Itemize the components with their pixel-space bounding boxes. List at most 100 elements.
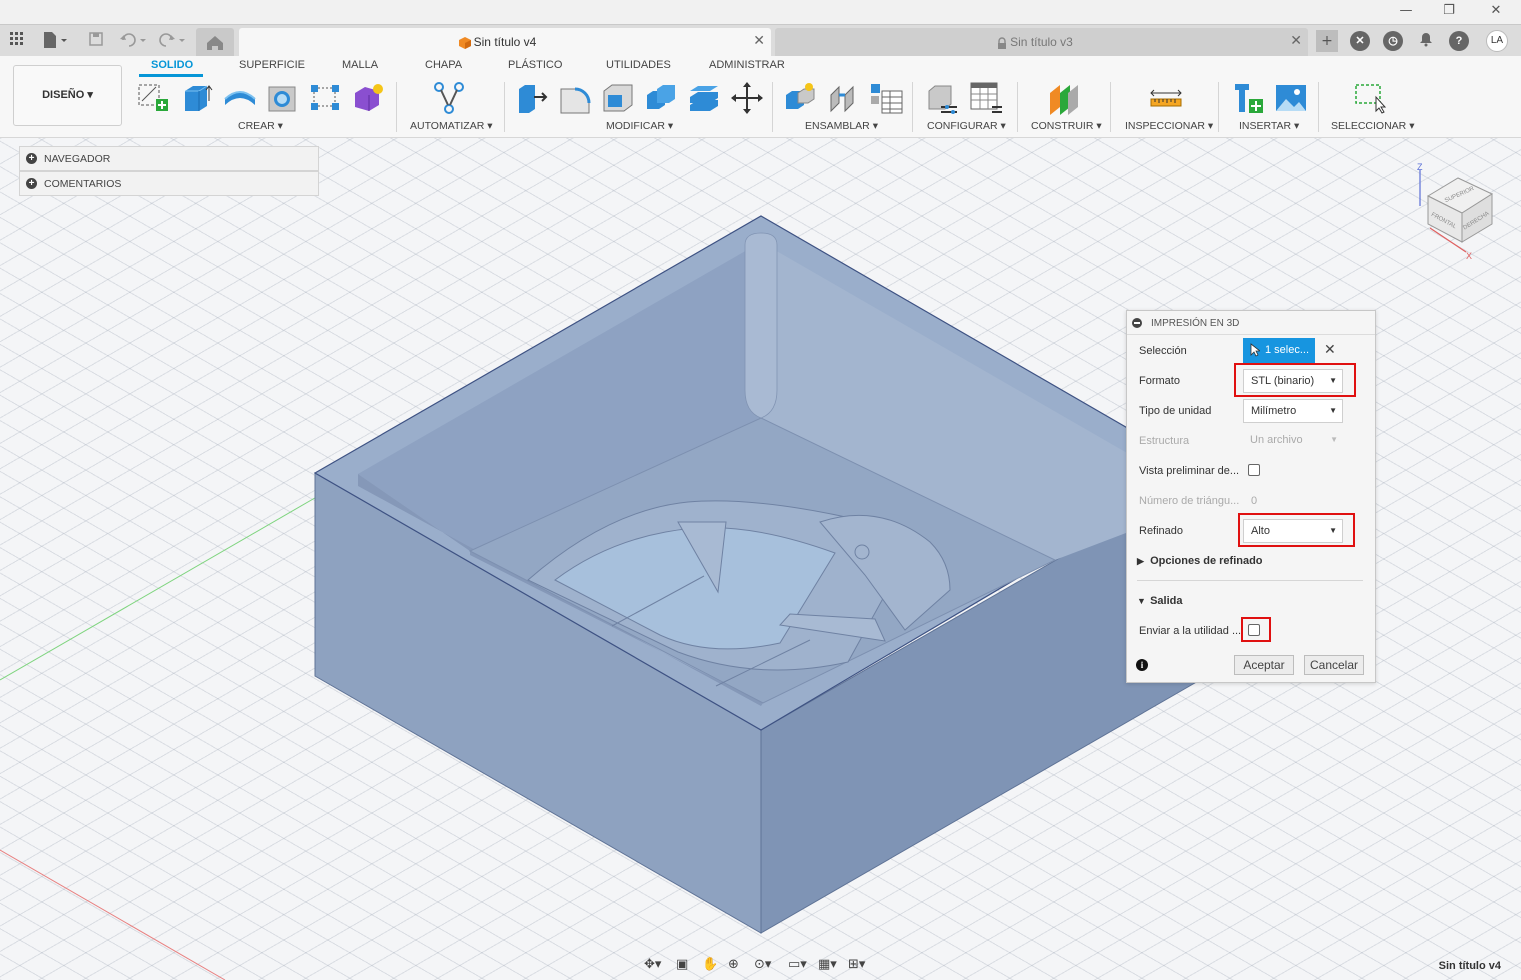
group-automatizar[interactable]: AUTOMATIZAR ▾: [410, 120, 492, 132]
group-label: CREAR: [238, 120, 275, 132]
move-copy-icon[interactable]: [729, 81, 765, 115]
close-tab-icon[interactable]: ✕: [1290, 33, 1302, 49]
parameters-icon[interactable]: [925, 81, 961, 115]
new-tab-plus-icon[interactable]: +: [1316, 30, 1338, 52]
tab-chapa[interactable]: CHAPA: [425, 59, 462, 71]
extensions-icon[interactable]: ✕: [1350, 31, 1370, 51]
dialog-header[interactable]: IMPRESIÓN EN 3D: [1127, 311, 1375, 335]
output-section[interactable]: ▼ Salida: [1137, 595, 1182, 607]
group-label: SELECCIONAR: [1331, 120, 1407, 132]
insert-mcmaster-icon[interactable]: [1231, 81, 1267, 115]
tab-plastico[interactable]: PLÁSTICO: [508, 59, 562, 71]
tab-utilidades[interactable]: UTILIDADES: [606, 59, 671, 71]
tab-sin-titulo-v3[interactable]: Sin título v3 ✕: [775, 28, 1308, 57]
help-icon[interactable]: ?: [1449, 31, 1469, 51]
group-label: INSERTAR: [1239, 120, 1292, 132]
expand-plus-icon[interactable]: +: [26, 178, 37, 189]
extrude-icon[interactable]: [179, 81, 215, 115]
red-axis-line: [0, 849, 226, 980]
close-window-button[interactable]: ✕: [1481, 2, 1511, 20]
revolve-icon[interactable]: [222, 81, 258, 115]
tab-sin-titulo-v4[interactable]: Sin título v4 ✕: [239, 28, 771, 57]
selection-button[interactable]: 1 selec...: [1243, 338, 1315, 363]
look-at-icon[interactable]: ▣: [676, 955, 702, 975]
home-tab[interactable]: [196, 28, 234, 57]
apps-grid-icon[interactable]: [7, 31, 27, 51]
collapse-dialog-icon[interactable]: [1132, 318, 1142, 328]
tab-malla[interactable]: MALLA: [342, 59, 378, 71]
split-body-icon[interactable]: [686, 81, 722, 115]
orbit-icon[interactable]: ✥▾: [644, 955, 670, 975]
press-pull-icon[interactable]: [514, 81, 550, 115]
preview-checkbox[interactable]: [1248, 464, 1260, 476]
combine-icon[interactable]: [643, 81, 679, 115]
user-avatar[interactable]: LA: [1486, 30, 1508, 52]
canvas-image-icon[interactable]: [1273, 81, 1309, 115]
job-status-clock-icon[interactable]: ◷: [1383, 31, 1403, 51]
triangles-value: 0: [1251, 495, 1258, 507]
pan-hand-icon[interactable]: ✋: [702, 955, 728, 975]
tab-administrar[interactable]: ADMINISTRAR: [709, 59, 785, 71]
format-label: Formato: [1139, 375, 1180, 387]
clear-selection-icon[interactable]: ✕: [1324, 342, 1336, 358]
browser-panel-navegador[interactable]: + NAVEGADOR: [19, 146, 319, 171]
group-construir[interactable]: CONSTRUIR ▾: [1031, 120, 1102, 132]
measure-icon[interactable]: [1148, 81, 1184, 115]
unit-dropdown[interactable]: Milímetro ▼: [1243, 399, 1343, 423]
tab-superficie[interactable]: SUPERFICIE: [239, 59, 305, 71]
accept-button[interactable]: Aceptar: [1234, 655, 1294, 675]
view-cube[interactable]: SUPERIOR FRONTAL DERECHA Z X: [1410, 158, 1502, 264]
offset-plane-icon[interactable]: [1046, 81, 1082, 115]
divider: [1318, 82, 1319, 132]
tab-solido[interactable]: SOLIDO: [151, 59, 193, 71]
viewports-icon[interactable]: ⊞▾: [848, 955, 874, 975]
group-crear[interactable]: CREAR ▾: [238, 120, 283, 132]
select-window-icon[interactable]: [1352, 81, 1388, 115]
browser-panel-comentarios[interactable]: + COMENTARIOS: [19, 171, 319, 196]
create-sketch-icon[interactable]: [136, 81, 172, 115]
divider: [396, 82, 397, 132]
joint-icon[interactable]: [825, 81, 861, 115]
configurations-table-icon[interactable]: [968, 81, 1004, 115]
corner-fillet: [744, 232, 778, 419]
dropdown-arrow-icon: ▼: [1329, 406, 1337, 415]
info-icon[interactable]: i: [1136, 659, 1148, 671]
divider: [1137, 580, 1363, 581]
pattern-icon[interactable]: [308, 81, 344, 115]
group-insertar[interactable]: INSERTAR ▾: [1239, 120, 1299, 132]
group-label: AUTOMATIZAR: [410, 120, 485, 132]
display-settings-icon[interactable]: ▭▾: [788, 955, 814, 975]
undo-icon[interactable]: [119, 31, 149, 51]
grid-settings-icon[interactable]: ▦▾: [818, 955, 844, 975]
collapse-triangle-icon: ▼: [1137, 596, 1146, 606]
refine-options-section[interactable]: ▶ Opciones de refinado: [1137, 555, 1263, 567]
cancel-button[interactable]: Cancelar: [1304, 655, 1364, 675]
group-configurar[interactable]: CONFIGURAR ▾: [927, 120, 1006, 132]
restore-button[interactable]: ❐: [1434, 2, 1464, 20]
group-modificar[interactable]: MODIFICAR ▾: [606, 120, 673, 132]
fillet-icon[interactable]: [557, 81, 593, 115]
shell-icon[interactable]: [600, 81, 636, 115]
divider: [772, 82, 773, 132]
redo-icon[interactable]: [158, 31, 188, 51]
automate-icon[interactable]: [431, 81, 467, 115]
hole-icon[interactable]: [265, 81, 301, 115]
save-icon[interactable]: [86, 31, 106, 51]
x-axis-label: X: [1466, 251, 1472, 261]
file-menu-icon[interactable]: [40, 31, 70, 51]
divider: [1110, 82, 1111, 132]
expand-plus-icon[interactable]: +: [26, 153, 37, 164]
new-component-icon[interactable]: [782, 81, 818, 115]
bill-of-materials-icon[interactable]: [868, 81, 904, 115]
group-seleccionar[interactable]: SELECCIONAR ▾: [1331, 120, 1414, 132]
create-form-icon[interactable]: [351, 81, 387, 115]
zoom-icon[interactable]: ⊕: [728, 955, 754, 975]
workspace-switcher[interactable]: DISEÑO ▾: [13, 65, 122, 126]
notifications-bell-icon[interactable]: [1416, 31, 1436, 51]
fit-icon[interactable]: ⊙▾: [754, 955, 780, 975]
group-label: ENSAMBLAR: [805, 120, 870, 132]
group-ensamblar[interactable]: ENSAMBLAR ▾: [805, 120, 878, 132]
minimize-button[interactable]: —: [1391, 2, 1421, 20]
close-tab-icon[interactable]: ✕: [753, 33, 765, 49]
group-inspeccionar[interactable]: INSPECCIONAR ▾: [1125, 120, 1213, 132]
